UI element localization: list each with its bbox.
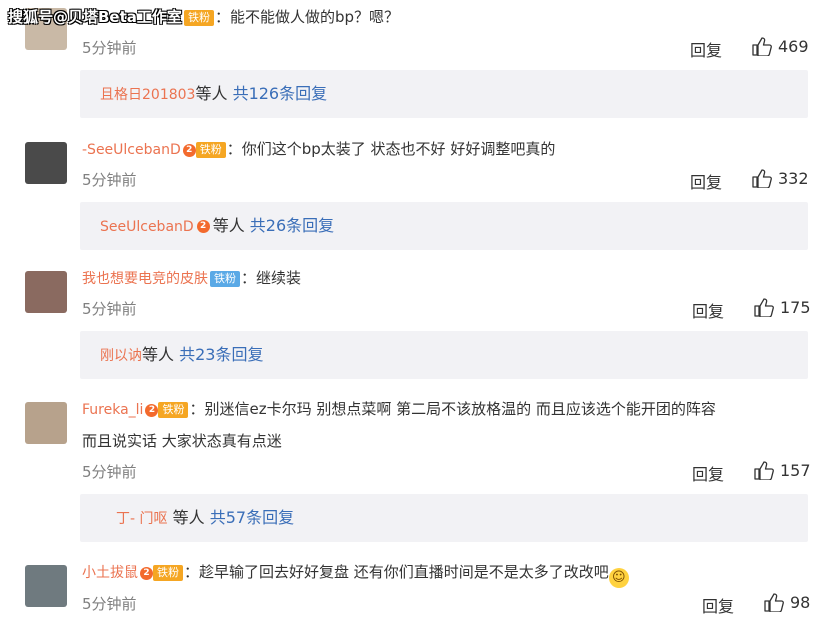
like-button[interactable]: 332 xyxy=(752,169,809,189)
comment-text: 别迷信ez卡尔玛 别想点菜啊 第二局不该放格温的 而且应该选个能开团的阵容 xyxy=(204,400,716,418)
comment-text-line: -SeeUlcebanD 2 铁粉 ：你们这个bp太装了 状态也不好 好好调整吧真的 xyxy=(82,138,812,161)
fan-badge: 铁粉 xyxy=(210,268,240,290)
like-count: 157 xyxy=(780,461,811,480)
thumbs-up-icon xyxy=(754,461,774,481)
comment-text: 继续装 xyxy=(256,269,302,287)
like-count: 469 xyxy=(778,37,809,56)
comment-text: 能不能做人做的bp？嗯？ xyxy=(230,8,400,26)
reply-button[interactable]: 回复 xyxy=(692,461,724,485)
sub-reply-user[interactable]: 丁- 门呕 xyxy=(116,511,168,527)
reply-count-link[interactable]: 共57条回复 xyxy=(210,508,294,527)
fan-badge: 2 铁粉 xyxy=(140,562,183,584)
smile-emoji-icon: ☺ xyxy=(608,568,629,588)
like-button[interactable]: 98 xyxy=(764,593,811,613)
comment-text-line: 我也想要电竞的皮肤 铁粉 ：继续装 xyxy=(82,267,812,290)
comment-time: 5分钟前 xyxy=(82,300,137,318)
reply-count-link[interactable]: 共26条回复 xyxy=(250,216,334,235)
thumbs-up-icon xyxy=(754,298,774,318)
fan-badge: 2 铁粉 xyxy=(182,139,226,161)
thumbs-up-icon xyxy=(752,37,772,57)
thumbs-up-icon xyxy=(764,593,784,613)
sub-reply-user[interactable]: SeeUlcebanD xyxy=(100,219,194,235)
avatar[interactable] xyxy=(25,271,67,313)
avatar[interactable] xyxy=(25,402,67,444)
reply-count-link[interactable]: 共23条回复 xyxy=(179,345,263,364)
reply-button[interactable]: 回复 xyxy=(690,169,722,193)
sub-reply-suffix: 等人 xyxy=(142,345,175,364)
comment-time: 5分钟前 xyxy=(82,463,137,481)
sub-reply-suffix: 等人 xyxy=(195,84,228,103)
sub-replies[interactable]: 丁- 门呕 等人 共57条回复 xyxy=(80,494,808,542)
sohu-watermark: 搜狐号@贝塔Beta工作室 xyxy=(8,8,182,26)
comment-time: 5分钟前 xyxy=(82,171,137,189)
like-count: 175 xyxy=(780,298,811,317)
sub-reply-user[interactable]: 刚以讷 xyxy=(100,348,142,364)
reply-button[interactable]: 回复 xyxy=(692,298,724,322)
comment-text-line: Fureka_li 2 铁粉 ：别迷信ez卡尔玛 别想点菜啊 第二局不该放格温的 而且… xyxy=(82,398,812,421)
avatar[interactable] xyxy=(25,142,67,184)
like-count: 332 xyxy=(778,169,809,188)
comment-text-line-2: 而且说实话 大家状态真有点迷 xyxy=(82,432,282,450)
username[interactable]: 小土拔鼠 xyxy=(82,565,138,581)
like-button[interactable]: 175 xyxy=(754,298,811,318)
like-button[interactable]: 469 xyxy=(752,37,809,57)
comment-text-line: 小土拔鼠 2 铁粉 ：趁早输了回去好好复盘 还有你们直播时间是不是太多了改改吧 ☺ xyxy=(82,561,812,588)
sub-reply-user[interactable]: 且格日201803 xyxy=(100,87,195,103)
like-count: 98 xyxy=(790,593,811,612)
fan-badge: 2 铁粉 xyxy=(145,399,189,421)
sub-reply-suffix: 等人 xyxy=(172,508,205,527)
reply-count-link[interactable]: 共126条回复 xyxy=(233,84,328,103)
reply-button[interactable]: 回复 xyxy=(702,593,734,617)
fan-badge: 铁粉 xyxy=(184,7,214,29)
sub-replies[interactable]: SeeUlcebanD 2 等人 共26条回复 xyxy=(80,202,808,250)
username[interactable]: -SeeUlcebanD xyxy=(82,142,181,158)
sub-replies[interactable]: 且格日201803等人 共126条回复 xyxy=(80,70,808,118)
avatar[interactable] xyxy=(25,565,67,607)
comment-text: 你们这个bp太装了 状态也不好 好好调整吧真的 xyxy=(241,140,556,158)
comment-text: 趁早输了回去好好复盘 还有你们直播时间是不是太多了改改吧 xyxy=(199,563,609,581)
fan-heart-icon: 2 xyxy=(196,220,210,233)
comment-text-line: 铁粉 ：能不能做人做的bp？嗯？ xyxy=(182,6,812,29)
username[interactable]: 我也想要电竞的皮肤 xyxy=(82,271,208,287)
thumbs-up-icon xyxy=(752,169,772,189)
comment-time: 5分钟前 xyxy=(82,39,137,57)
username[interactable]: Fureka_li xyxy=(82,402,143,418)
sub-reply-suffix: 等人 xyxy=(212,216,245,235)
comment-time: 5分钟前 xyxy=(82,595,137,613)
sub-replies[interactable]: 刚以讷等人 共23条回复 xyxy=(80,331,808,379)
like-button[interactable]: 157 xyxy=(754,461,811,481)
reply-button[interactable]: 回复 xyxy=(690,37,722,61)
